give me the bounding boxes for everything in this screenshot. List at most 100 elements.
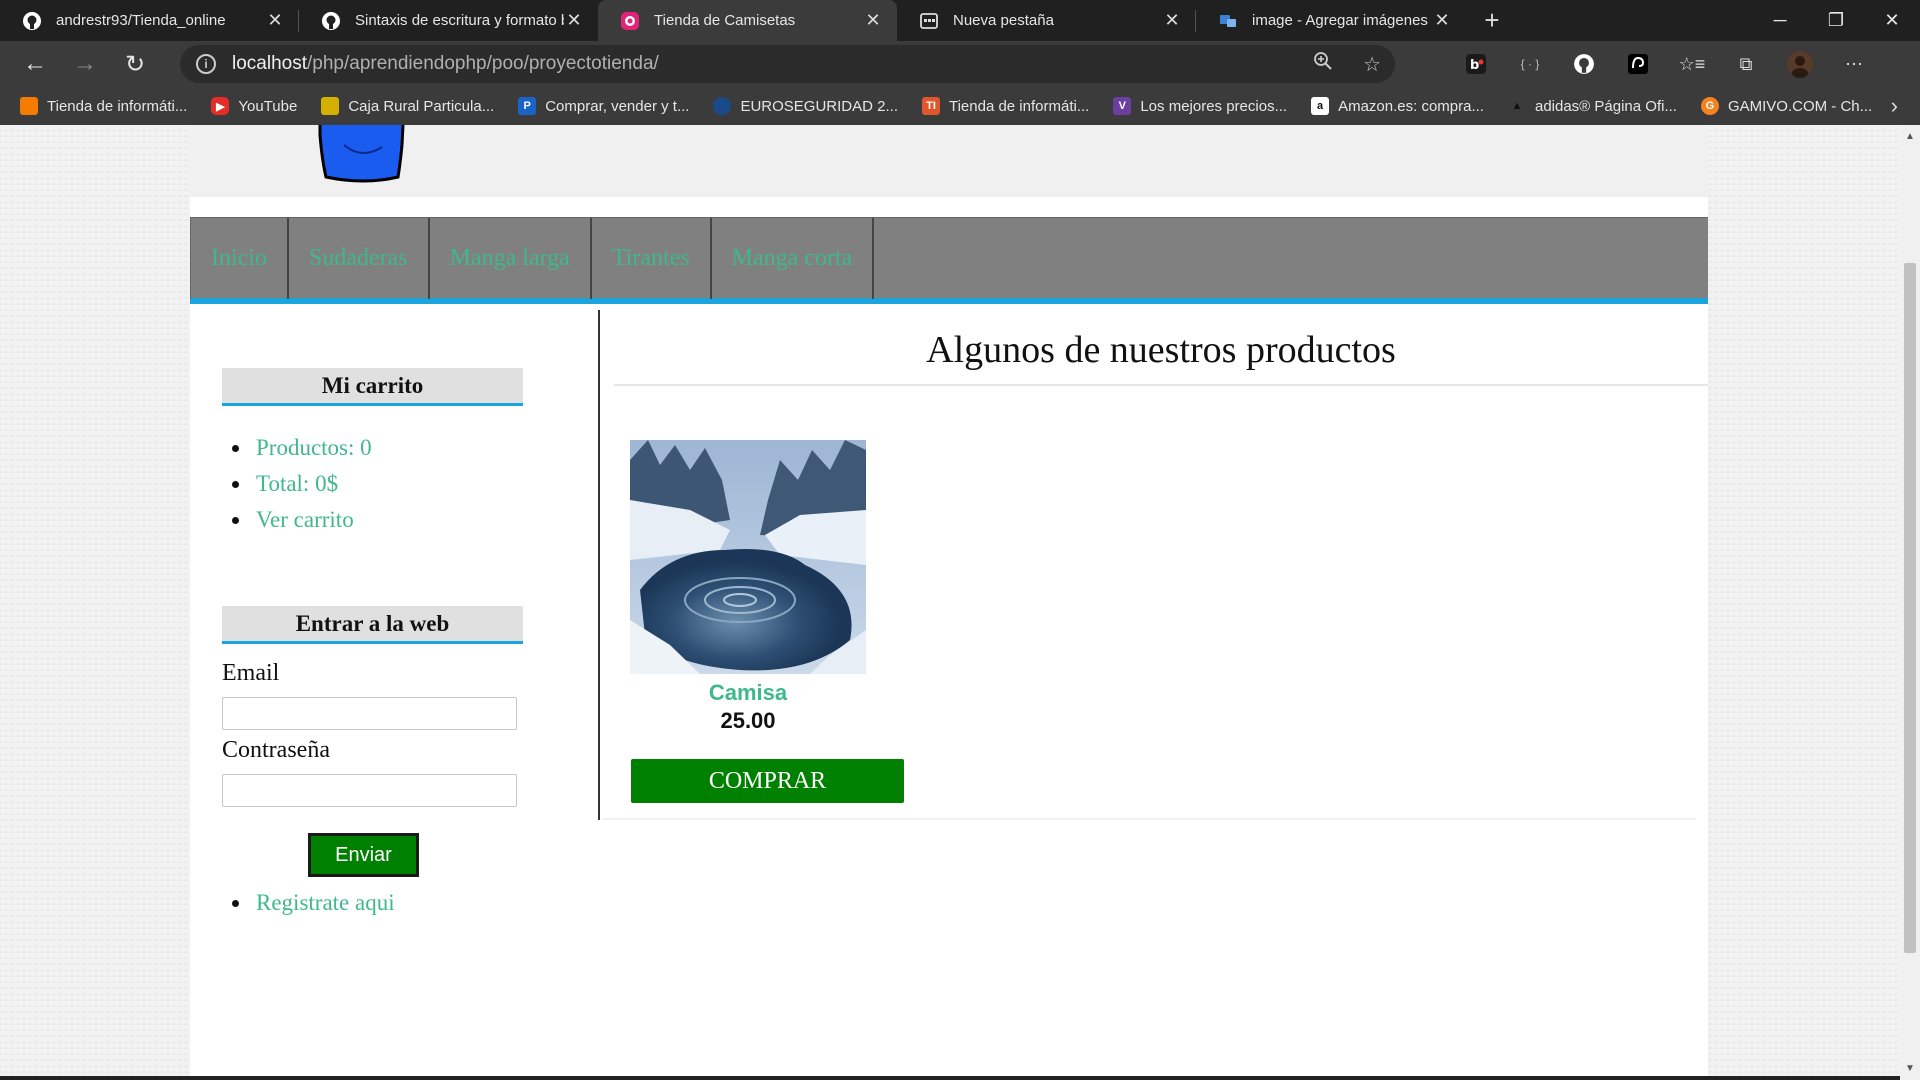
avatar[interactable]: [1784, 48, 1816, 80]
scrollbar-thumb[interactable]: [1904, 263, 1916, 953]
bookmark-item[interactable]: EUROSEGURIDAD 2...: [713, 97, 898, 115]
bookmark-label: GAMIVO.COM - Ch...: [1727, 97, 1873, 115]
bookmark-item[interactable]: Caja Rural Particula...: [321, 97, 494, 115]
bookmark-label: Tienda de informáti...: [948, 97, 1090, 115]
zoom-icon[interactable]: [1313, 51, 1333, 77]
forward-arrow-icon[interactable]: →: [60, 41, 110, 87]
email-label: Email: [222, 660, 280, 686]
github-icon: [22, 11, 42, 31]
scroll-down-icon[interactable]: ▼: [1905, 1063, 1915, 1074]
paypal-icon: P: [518, 97, 537, 115]
bookmark-item[interactable]: V Los mejores precios...: [1113, 97, 1287, 115]
extensions-bar: b { · } ☆≡ ⧉ ⋯: [1460, 41, 1870, 87]
cart-products-label: Productos: 0: [256, 435, 372, 460]
minimize-icon[interactable]: ─: [1752, 0, 1808, 41]
product-image[interactable]: [630, 440, 866, 674]
email-field[interactable]: [222, 697, 517, 730]
buy-button[interactable]: COMPRAR: [631, 759, 904, 803]
new-tab-button[interactable]: +: [1472, 0, 1512, 41]
view-cart-link[interactable]: Ver carrito: [222, 502, 372, 538]
bookmark-label: adidas® Página Ofi...: [1534, 97, 1677, 115]
product-price: 25.00: [720, 708, 776, 733]
github-extension-icon[interactable]: [1568, 48, 1600, 80]
tab-strip: andrestr93/Tienda_online ✕ Sintaxis de e…: [0, 0, 1920, 41]
favorite-star-icon[interactable]: ☆: [1363, 52, 1381, 77]
github-icon: [321, 11, 341, 31]
site-header: [190, 125, 1708, 197]
bookmarks-bar: Tienda de informáti... ▶ YouTube Caja Rur…: [0, 87, 1920, 125]
submit-button[interactable]: Enviar: [308, 833, 419, 877]
browser-tab-2[interactable]: Tienda de Camisetas ✕: [598, 0, 897, 41]
bookmark-icon: [713, 97, 732, 115]
browser-tab-3[interactable]: Nueva pestaña ✕: [897, 0, 1196, 41]
cart-products-link[interactable]: Productos: 0: [222, 430, 372, 466]
bookmark-label: Tienda de informáti...: [47, 97, 188, 115]
more-menu-icon[interactable]: ⋯: [1838, 48, 1870, 80]
bookmark-item[interactable]: ▶ YouTube: [211, 97, 297, 115]
url-text: localhost/php/aprendiendophp/poo/proyect…: [232, 53, 659, 75]
register-label: Registrate aqui: [256, 890, 395, 915]
menu-item-manga-corta[interactable]: Manga corta: [712, 218, 875, 299]
register-link[interactable]: Registrate aqui: [222, 890, 395, 916]
menu-item-manga-larga[interactable]: Manga larga: [430, 218, 592, 299]
shop-icon: [620, 11, 640, 31]
menu-item-tirantes[interactable]: Tirantes: [592, 218, 712, 299]
restore-icon[interactable]: ❐: [1808, 0, 1864, 41]
toolbar: ← → ↻ i localhost/php/aprendiendophp/poo…: [0, 41, 1920, 87]
browser-tab-0[interactable]: andrestr93/Tienda_online ✕: [0, 0, 299, 41]
extension-shield-icon[interactable]: [1622, 48, 1654, 80]
extension-braces-icon[interactable]: { · }: [1514, 48, 1546, 80]
divider: [602, 818, 1696, 820]
scroll-up-icon[interactable]: ▲: [1905, 131, 1915, 142]
menu-item-inicio[interactable]: Inicio: [190, 218, 289, 299]
bookmark-item[interactable]: G GAMIVO.COM - Ch...: [1700, 97, 1873, 115]
chevron-right-icon[interactable]: ›: [1891, 87, 1898, 125]
main-menu: Inicio Sudaderas Manga larga Tirantes Ma…: [190, 217, 1708, 304]
menu-item-sudaderas[interactable]: Sudaderas: [289, 218, 430, 299]
cart-total-link[interactable]: Total: 0$: [222, 466, 372, 502]
close-icon[interactable]: ✕: [1432, 10, 1452, 31]
bookmark-label: Amazon.es: compra...: [1338, 97, 1484, 115]
close-icon[interactable]: ✕: [564, 10, 584, 31]
tab-title: Sintaxis de escritura y formato b: [355, 12, 564, 29]
tab-title: Nueva pestaña: [953, 12, 1054, 29]
bookmark-label: YouTube: [238, 97, 298, 115]
bookmark-item[interactable]: P Comprar, vender y t...: [518, 97, 689, 115]
url-path: /php/aprendiendophp/poo/proyectotienda/: [307, 53, 659, 74]
tab-title: Tienda de Camisetas: [654, 12, 796, 29]
collections-icon[interactable]: ⧉: [1730, 48, 1762, 80]
page-viewport: Inicio Sudaderas Manga larga Tirantes Ma…: [0, 125, 1900, 1080]
bookmark-item[interactable]: Tienda de informáti...: [20, 97, 187, 115]
bookmark-icon: G: [1700, 97, 1719, 115]
tab-title: image - Agregar imágenes a REA: [1252, 12, 1432, 29]
bookmark-item[interactable]: ▲ adidas® Página Ofi...: [1508, 97, 1677, 115]
url-host: localhost: [232, 53, 307, 74]
page-title: Algunos de nuestros productos: [614, 320, 1708, 386]
product-name[interactable]: Camisa: [630, 680, 866, 706]
close-icon[interactable]: ✕: [1162, 10, 1182, 31]
bookmark-icon: [321, 97, 340, 115]
svg-text:b: b: [1470, 58, 1479, 73]
password-field[interactable]: [222, 774, 517, 807]
adidas-icon: ▲: [1511, 100, 1523, 112]
back-arrow-icon[interactable]: ←: [10, 41, 60, 87]
window-close-icon[interactable]: ✕: [1864, 0, 1920, 41]
close-icon[interactable]: ✕: [863, 10, 883, 31]
view-cart-label: Ver carrito: [256, 507, 354, 532]
browser-tab-1[interactable]: Sintaxis de escritura y formato b ✕: [299, 0, 598, 41]
page-container: Inicio Sudaderas Manga larga Tirantes Ma…: [190, 125, 1708, 1080]
favorites-list-icon[interactable]: ☆≡: [1676, 48, 1708, 80]
bookmark-item[interactable]: TI Tienda de informáti...: [921, 97, 1090, 115]
tab-title: andrestr93/Tienda_online: [56, 12, 226, 29]
tshirt-logo-icon: [318, 125, 405, 183]
browser-tab-4[interactable]: image - Agregar imágenes a REA ✕: [1196, 0, 1466, 41]
site-info-icon[interactable]: i: [196, 54, 216, 74]
page-scrollbar[interactable]: ▲ ▼: [1900, 125, 1920, 1080]
address-bar[interactable]: i localhost/php/aprendiendophp/poo/proye…: [180, 45, 1395, 83]
extension-b-icon[interactable]: b: [1460, 48, 1492, 80]
refresh-icon[interactable]: ↻: [110, 41, 160, 87]
divider: [0, 1076, 1900, 1080]
close-icon[interactable]: ✕: [265, 10, 285, 31]
main-content: Algunos de nuestros productos Camisa 25.…: [602, 310, 1708, 820]
bookmark-item[interactable]: a Amazon.es: compra...: [1311, 97, 1484, 115]
